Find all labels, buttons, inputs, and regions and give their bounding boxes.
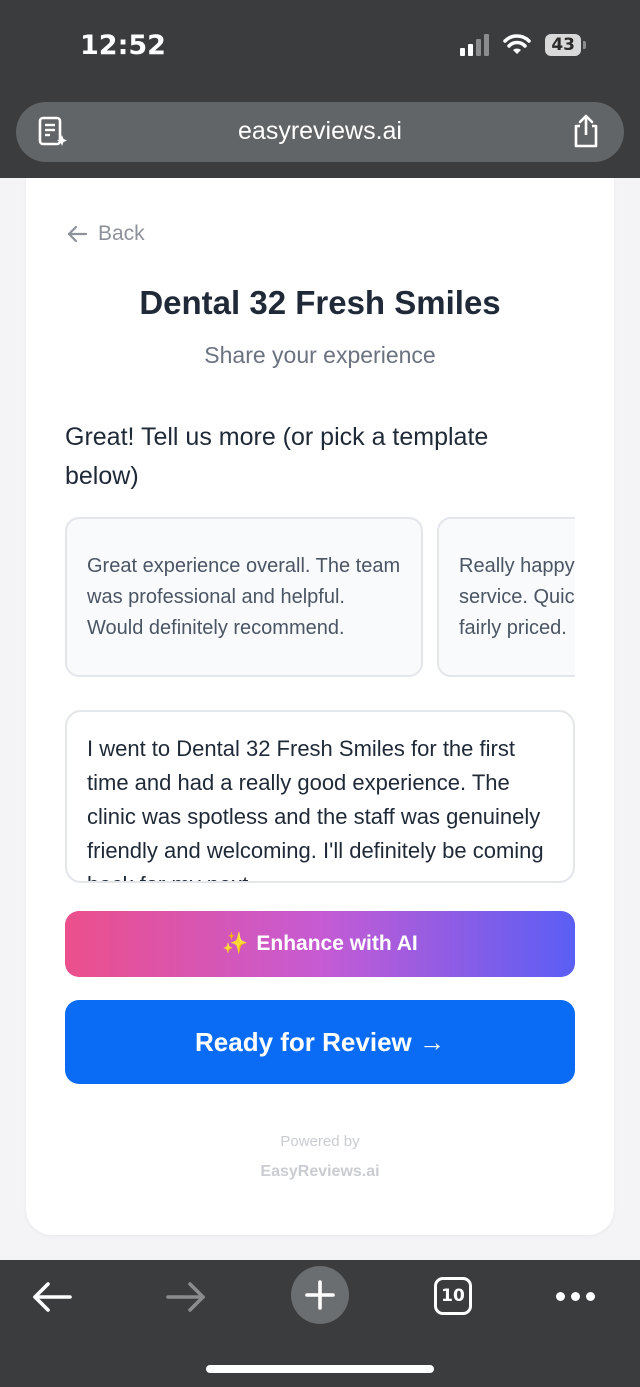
page-subtitle: Share your experience	[204, 342, 436, 368]
battery-level: 43	[545, 34, 581, 56]
home-indicator	[206, 1365, 434, 1373]
review-textarea[interactable]: I went to Dental 32 Fresh Smiles for the…	[65, 710, 575, 883]
page-content: Back Dental 32 Fresh Smiles Share your e…	[0, 178, 640, 1260]
sparkles-icon: ✨	[222, 932, 249, 955]
url-text[interactable]: easyreviews.ai	[16, 117, 624, 146]
enhance-label: Enhance with AI	[256, 932, 418, 955]
status-icons: 43	[460, 34, 586, 56]
review-card: Back Dental 32 Fresh Smiles Share your e…	[26, 178, 614, 1235]
share-icon[interactable]	[570, 113, 602, 149]
more-options-icon[interactable]	[556, 1292, 595, 1301]
status-time: 12:52	[80, 30, 166, 61]
template-text: Really happy with the service. Quick, ef…	[459, 554, 575, 639]
ready-for-review-button[interactable]: Ready for Review →	[65, 1000, 575, 1084]
back-arrow-icon[interactable]	[30, 1280, 74, 1314]
new-tab-button[interactable]	[291, 1266, 349, 1324]
browser-top-chrome: 12:52 43 easyreviews.ai	[0, 0, 640, 178]
forward-arrow-icon[interactable]	[164, 1280, 208, 1314]
plus-icon	[305, 1280, 335, 1310]
template-card[interactable]: Great experience overall. The team was p…	[65, 517, 423, 677]
review-text: I went to Dental 32 Fresh Smiles for the…	[87, 736, 544, 881]
enhance-with-ai-button[interactable]: ✨ Enhance with AI	[65, 911, 575, 977]
browser-toolbar: 10	[0, 1260, 640, 1387]
back-link[interactable]: Back	[66, 222, 145, 246]
back-label: Back	[98, 222, 145, 245]
battery-icon: 43	[545, 34, 586, 56]
template-card[interactable]: Really happy with the service. Quick, ef…	[437, 517, 575, 677]
address-bar[interactable]: easyreviews.ai	[16, 102, 624, 162]
brand-link[interactable]: EasyReviews.ai	[26, 1163, 614, 1181]
review-prompt: Great! Tell us more (or pick a template …	[65, 423, 489, 490]
template-carousel[interactable]: Great experience overall. The team was p…	[65, 517, 575, 677]
powered-by-label: Powered by	[280, 1133, 360, 1150]
arrow-left-icon	[67, 225, 88, 243]
page-title: Dental 32 Fresh Smiles	[139, 284, 501, 321]
wifi-icon	[503, 34, 532, 54]
cellular-signal-icon	[460, 34, 490, 56]
template-text: Great experience overall. The team was p…	[87, 554, 401, 639]
tabs-button[interactable]: 10	[434, 1277, 472, 1315]
